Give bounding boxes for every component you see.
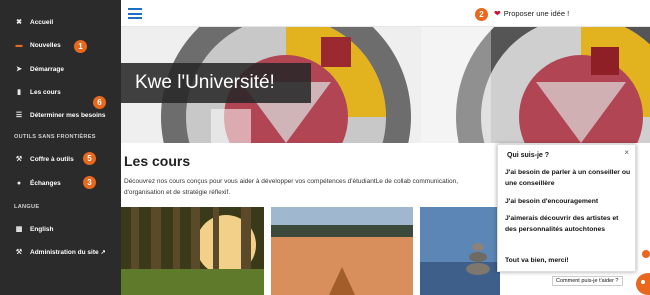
- hamburger-menu-icon[interactable]: [128, 8, 142, 19]
- badge-6: 6: [93, 96, 106, 109]
- sidebar-item-label: Démarrage: [30, 65, 64, 73]
- courses-heading: Les cours: [124, 153, 191, 169]
- sidebar-item-echanges[interactable]: ● Échanges: [14, 175, 61, 191]
- sidebar-item-les-cours[interactable]: ▮ Les cours: [14, 84, 61, 100]
- wrench-icon: ⚒: [15, 156, 23, 163]
- chatbot-help-prompt[interactable]: Comment puis-je t'aider ?: [552, 276, 623, 286]
- sidebar-item-label: Les cours: [30, 88, 61, 96]
- top-bar: 2 ❤ Proposer une idée !: [121, 0, 650, 27]
- close-icon[interactable]: ×: [624, 148, 629, 157]
- propose-idea-link[interactable]: ❤ Proposer une idée !: [494, 9, 569, 18]
- propose-idea-label: Proposer une idée !: [503, 9, 570, 18]
- hero-banner: Kwe l'Université!: [121, 27, 650, 143]
- chat-icon: ●: [16, 179, 22, 187]
- sidebar-item-besoins[interactable]: ☰ Déterminer mes besoins: [14, 107, 106, 123]
- sidebar-item-english[interactable]: ▩ English: [14, 221, 54, 237]
- sidebar-item-label: Accueil: [30, 18, 54, 26]
- section-label-language: LANGUE: [14, 204, 40, 210]
- heart-icon: ❤: [494, 9, 501, 18]
- courses-description: Découvrez nos cours conçus pour vous aid…: [124, 178, 459, 196]
- course-thumbnail-forest[interactable]: [121, 207, 264, 295]
- chat-option-encouragement[interactable]: J'ai besoin d'encouragement: [505, 197, 631, 208]
- sidebar-item-nouvelles[interactable]: ▬ Nouvelles: [14, 37, 61, 53]
- list-icon: ☰: [15, 112, 23, 119]
- news-icon: ▬: [15, 41, 23, 49]
- sidebar-item-label: Échanges: [30, 179, 61, 187]
- rocket-icon: ➤: [16, 66, 22, 73]
- sidebar-item-label: English: [30, 225, 54, 233]
- badge-2: 2: [475, 8, 488, 21]
- sidebar-item-label: Déterminer mes besoins: [30, 111, 106, 119]
- badge-1: 1: [74, 40, 87, 53]
- wrench-icon: ⚒: [15, 249, 23, 256]
- sidebar-item-label: Coffre à outils: [30, 155, 74, 163]
- home-icon: ✖: [16, 19, 22, 26]
- sidebar-item-label: Nouvelles: [30, 41, 61, 49]
- chatbot-mascot-icon[interactable]: [634, 250, 650, 295]
- section-label-tools: OUTILS SANS FRONTIÈRES: [14, 134, 96, 140]
- sidebar-item-label: Administration du site: [30, 248, 99, 256]
- course-thumbnail-cairn[interactable]: [420, 207, 500, 295]
- sidebar-item-coffre[interactable]: ⚒ Coffre à outils: [14, 151, 74, 167]
- chat-option-artists[interactable]: J'aimerais découvrir des artistes et des…: [505, 214, 631, 235]
- sidebar: ✖ Accueil ▬ Nouvelles ➤ Démarrage ▮ Les …: [0, 0, 121, 295]
- badge-5: 5: [83, 152, 96, 165]
- chat-option-all-good[interactable]: Tout va bien, merci!: [505, 256, 631, 267]
- course-thumbnail-lake[interactable]: [271, 207, 413, 295]
- banner-title: Kwe l'Université!: [121, 63, 311, 103]
- external-link-icon: ↗: [100, 249, 106, 256]
- chatbot-title: Qui suis-je ?: [507, 152, 550, 159]
- language-icon: ▩: [15, 226, 23, 233]
- sidebar-item-administration[interactable]: ⚒ Administration du site ↗: [14, 244, 106, 260]
- sidebar-item-accueil[interactable]: ✖ Accueil: [14, 14, 53, 30]
- chat-option-counselor[interactable]: J'ai besoin de parler à un conseiller ou…: [505, 168, 631, 189]
- chatbot-popup: Qui suis-je ? × J'ai besoin de parler à …: [497, 144, 636, 272]
- sidebar-item-demarrage[interactable]: ➤ Démarrage: [14, 61, 64, 77]
- badge-3: 3: [83, 176, 96, 189]
- document-icon: ▮: [17, 89, 21, 96]
